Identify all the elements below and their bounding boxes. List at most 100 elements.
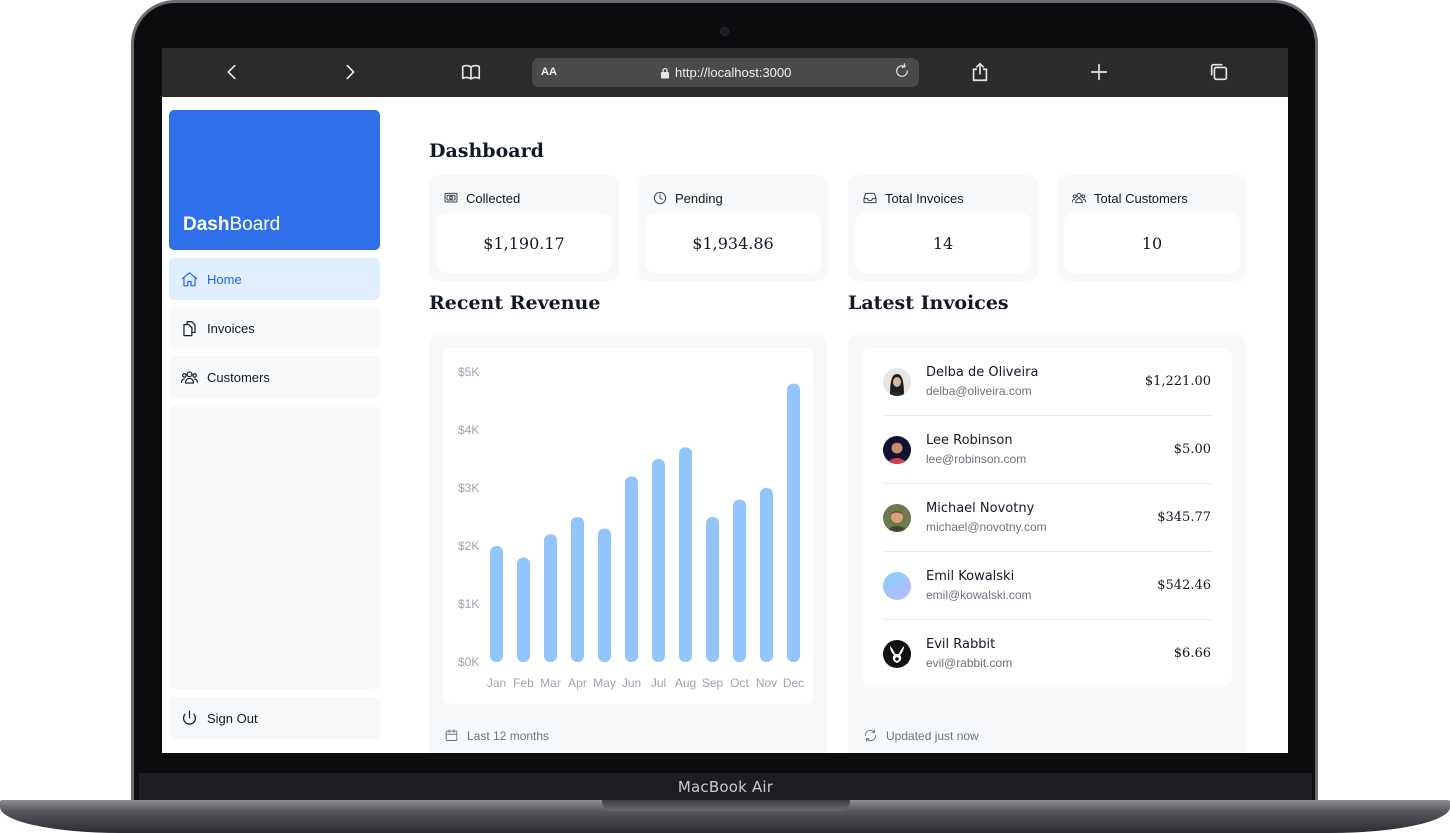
inbox-icon <box>863 192 877 204</box>
invoice-amount: $5.00 <box>1173 442 1211 457</box>
latest-invoices-title: Latest Invoices <box>848 292 1009 314</box>
avatar <box>883 504 911 532</box>
app-logo: DashBoard <box>183 214 280 236</box>
card-label: Total Customers <box>1094 190 1188 206</box>
tabs-overview-icon[interactable] <box>1207 60 1231 84</box>
card-value: $1,190.17 <box>436 213 612 273</box>
customer-email: lee@robinson.com <box>926 452 1027 466</box>
invoice-row[interactable]: Emil Kowalski emil@kowalski.com $542.46 <box>883 552 1211 620</box>
revenue-panel: $5K $4K $3K $2K $1K $0K Jan Feb Mar Apr May Jun Jul A… <box>429 334 827 753</box>
sidebar-item-invoices[interactable]: Invoices <box>169 307 380 349</box>
pending-card: Pending $1,934.86 <box>638 175 828 281</box>
card-value: 10 <box>1064 213 1240 273</box>
main-content: Dashboard Collected $1,190.17 Pending $1… <box>429 97 1249 753</box>
avatar <box>883 368 911 396</box>
revenue-bar <box>652 459 665 662</box>
revenue-bar <box>517 557 530 662</box>
back-icon[interactable] <box>220 60 244 84</box>
card-header: Collected <box>443 190 520 206</box>
dashboard-app: DashBoard Home Invoices Customers Sign O… <box>162 97 1288 753</box>
refresh-icon <box>865 729 876 742</box>
customer-email: emil@kowalski.com <box>926 588 1032 602</box>
y-axis-tick-label: $2K <box>458 539 479 553</box>
invoice-row[interactable]: Lee Robinson lee@robinson.com $5.00 <box>883 416 1211 484</box>
screen: AA http://localhost:3000 DashBoard Home … <box>162 48 1288 753</box>
laptop-chin: MacBook Air <box>139 773 1312 801</box>
customer-name: Lee Robinson <box>926 433 1013 448</box>
address-bar[interactable]: AA http://localhost:3000 <box>532 58 919 87</box>
customer-name: Emil Kowalski <box>926 569 1015 584</box>
x-axis-tick-label: Mar <box>540 676 561 690</box>
x-axis-tick-label: Oct <box>730 676 749 690</box>
customer-email: michael@novotny.com <box>926 520 1047 534</box>
customer-name: Delba de Oliveira <box>926 365 1039 380</box>
revenue-bar <box>598 528 611 662</box>
calendar-icon <box>445 729 458 741</box>
logo-panel[interactable]: DashBoard <box>169 110 380 250</box>
revenue-bar <box>679 447 692 662</box>
x-axis-tick-label: Apr <box>568 676 587 690</box>
revenue-bar <box>544 534 557 662</box>
y-axis-tick-label: $1K <box>458 597 479 611</box>
revenue-bar <box>490 546 503 662</box>
customer-email: delba@oliveira.com <box>926 384 1032 398</box>
invoice-row[interactable]: Evil Rabbit evil@rabbit.com $6.66 <box>883 620 1211 688</box>
customer-email: evil@rabbit.com <box>926 656 1013 670</box>
y-axis-tick-label: $0K <box>458 655 479 669</box>
card-header: Total Invoices <box>862 190 964 206</box>
card-value: $1,934.86 <box>645 213 821 273</box>
home-icon <box>181 271 198 286</box>
y-axis-tick-label: $3K <box>458 481 479 495</box>
total-invoices-card: Total Invoices 14 <box>848 175 1038 281</box>
invoice-row[interactable]: Michael Novotny michael@novotny.com $345… <box>883 484 1211 552</box>
invoice-row[interactable]: Delba de Oliveira delba@oliveira.com $1,… <box>883 348 1211 416</box>
y-axis-tick-label: $5K <box>458 365 479 379</box>
new-tab-icon[interactable] <box>1087 60 1111 84</box>
lock-icon <box>661 67 669 78</box>
revenue-bar <box>760 488 773 662</box>
sidebar-item-customers[interactable]: Customers <box>169 356 380 398</box>
camera-icon <box>720 27 729 36</box>
card-value: 14 <box>855 213 1031 273</box>
revenue-footer: Last 12 months <box>444 728 549 743</box>
revenue-bar <box>787 383 800 662</box>
invoice-amount: $542.46 <box>1157 578 1211 593</box>
revenue-chart: $5K $4K $3K $2K $1K $0K Jan Feb Mar Apr May Jun Jul A… <box>443 348 813 704</box>
avatar <box>883 640 911 668</box>
sign-out-label: Sign Out <box>207 710 258 726</box>
invoice-list: Delba de Oliveira delba@oliveira.com $1,… <box>862 348 1232 686</box>
revenue-bar <box>733 499 746 662</box>
x-axis-tick-label: Dec <box>783 676 804 690</box>
sidebar-spacer <box>169 406 380 689</box>
x-axis-tick-label: Nov <box>756 676 777 690</box>
power-icon <box>182 710 197 725</box>
sign-out-button[interactable]: Sign Out <box>169 697 380 739</box>
sidebar-item-home[interactable]: Home <box>169 258 380 300</box>
collected-card: Collected $1,190.17 <box>429 175 619 281</box>
bookmarks-icon[interactable] <box>459 60 483 84</box>
customer-name: Evil Rabbit <box>926 637 996 652</box>
card-label: Pending <box>675 190 723 206</box>
documents-icon <box>183 320 196 336</box>
invoice-amount: $6.66 <box>1173 646 1211 661</box>
banknote-icon <box>444 192 458 203</box>
page-title: Dashboard <box>429 140 544 162</box>
reader-options-button[interactable]: AA <box>541 66 557 78</box>
invoices-footer-text: Updated just now <box>886 728 979 743</box>
revenue-chart-svg: $5K $4K $3K $2K $1K $0K Jan Feb Mar Apr May Jun Jul A… <box>458 365 804 690</box>
invoice-amount: $345.77 <box>1157 510 1211 525</box>
card-header: Total Customers <box>1071 190 1188 206</box>
x-axis-tick-label: Jan <box>487 676 506 690</box>
url-display[interactable]: http://localhost:3000 <box>660 65 791 80</box>
sidebar: DashBoard Home Invoices Customers Sign O… <box>169 110 380 740</box>
share-icon[interactable] <box>968 60 992 84</box>
invoice-amount: $1,221.00 <box>1144 374 1211 389</box>
users-icon <box>1071 192 1087 204</box>
x-axis-tick-label: May <box>593 676 616 690</box>
revenue-footer-text: Last 12 months <box>467 728 550 743</box>
forward-icon[interactable] <box>338 60 362 84</box>
latest-invoices-panel: Delba de Oliveira delba@oliveira.com $1,… <box>848 334 1246 753</box>
reload-icon[interactable] <box>893 62 913 82</box>
x-axis-tick-label: Sep <box>702 676 724 690</box>
revenue-bar <box>706 517 719 662</box>
